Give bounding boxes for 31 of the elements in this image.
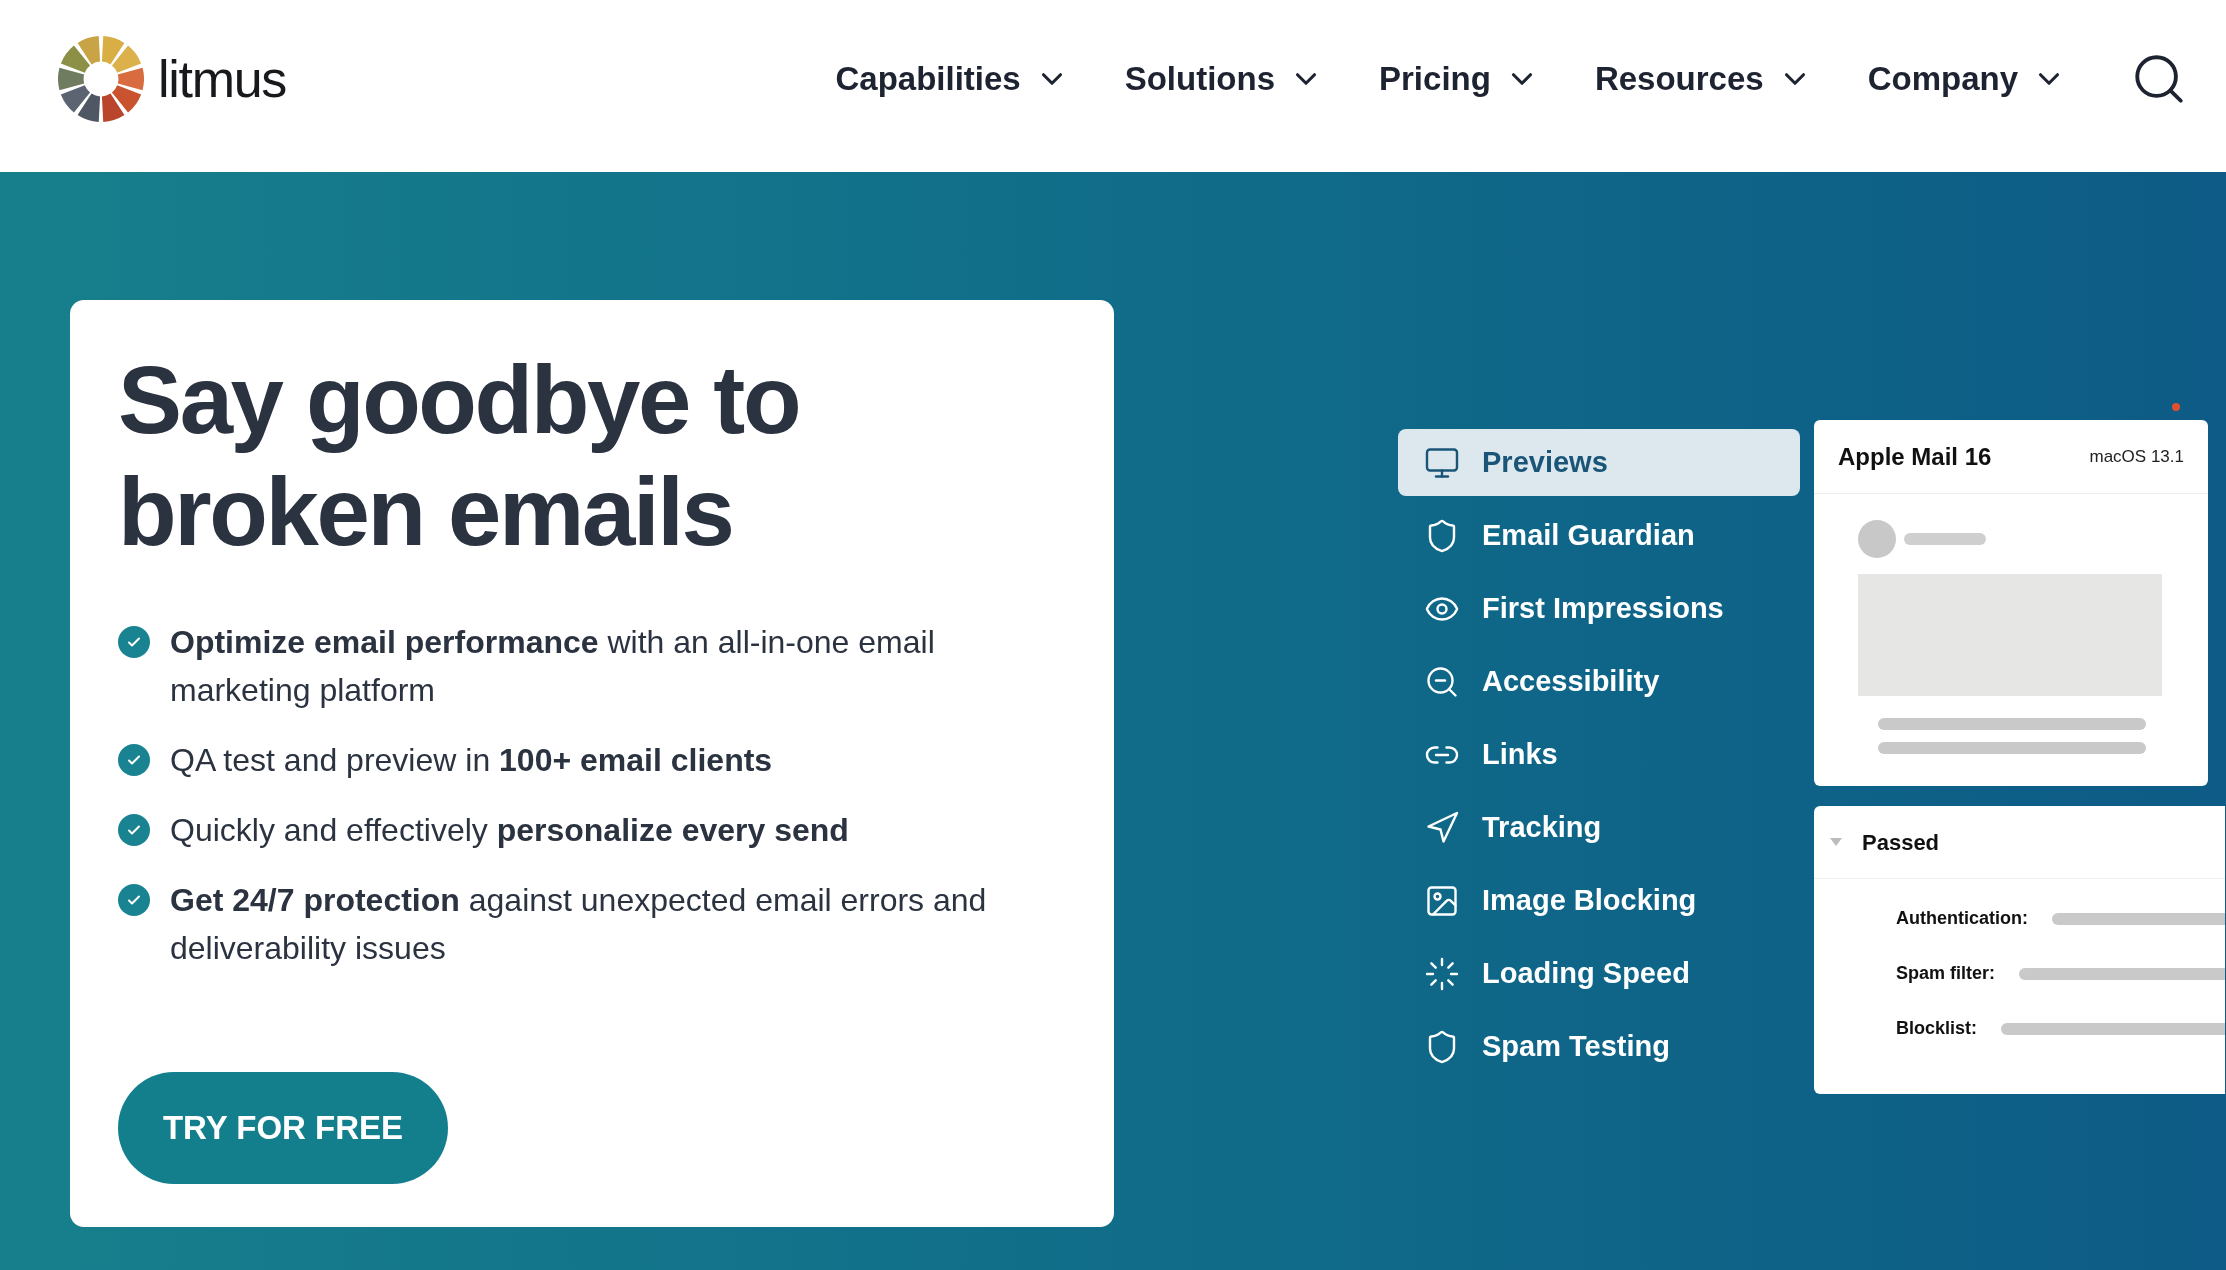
status-label: Passed	[1862, 828, 1940, 857]
feature-tab[interactable]: Image Blocking	[1398, 867, 1800, 934]
feature-tab[interactable]: Links	[1398, 721, 1800, 788]
nav-menu-item[interactable]: Resources	[1594, 54, 1812, 104]
check-label: Blocklist:	[1896, 1017, 1978, 1040]
feature-tab[interactable]: First Impressions	[1398, 575, 1800, 642]
feature-bullet-text: Optimize email performance with an all-in-one email marketing platform	[170, 623, 936, 710]
paper-plane-icon	[1424, 809, 1460, 846]
feature-tab[interactable]: Email Guardian	[1398, 502, 1800, 569]
feature-tab[interactable]: Accessibility	[1398, 648, 1800, 715]
logo-wordmark[interactable]: litmus	[158, 40, 286, 118]
feature-bullet-text: QA test and preview in 100+ email clients	[170, 741, 773, 780]
os-version: macOS 13.1	[2089, 445, 2184, 468]
spinner-icon	[1424, 955, 1460, 992]
nav-menu-item[interactable]: Solutions	[1124, 54, 1323, 104]
feature-bullet-text: Get 24/7 protection against unexpected email errors and deliverability issues	[170, 881, 988, 968]
feature-bullet-text: Quickly and effectively personalize every send	[170, 811, 849, 850]
logo-icon	[58, 36, 144, 122]
check-label: Authentication:	[1896, 907, 2028, 930]
nav-menu-item[interactable]: Company	[1867, 54, 2066, 104]
nav-menu-item[interactable]: Capabilities	[835, 54, 1069, 104]
hero-heading: Say goodbye to broken emails	[118, 345, 801, 567]
try-for-free-button[interactable]: TRY FOR FREE	[118, 1072, 448, 1184]
feature-tab[interactable]: Spam Testing	[1398, 1013, 1800, 1080]
email-client-name: Apple Mail 16	[1838, 441, 1992, 472]
avatar-placeholder	[1858, 520, 1896, 558]
check-label: Spam filter:	[1896, 962, 1996, 985]
feature-tab[interactable]: Loading Speed	[1398, 940, 1800, 1007]
feature-tab[interactable]: Previews	[1398, 429, 1800, 496]
nav-menu-item[interactable]: Pricing	[1379, 54, 1539, 104]
feature-tab[interactable]: Tracking	[1398, 794, 1800, 861]
